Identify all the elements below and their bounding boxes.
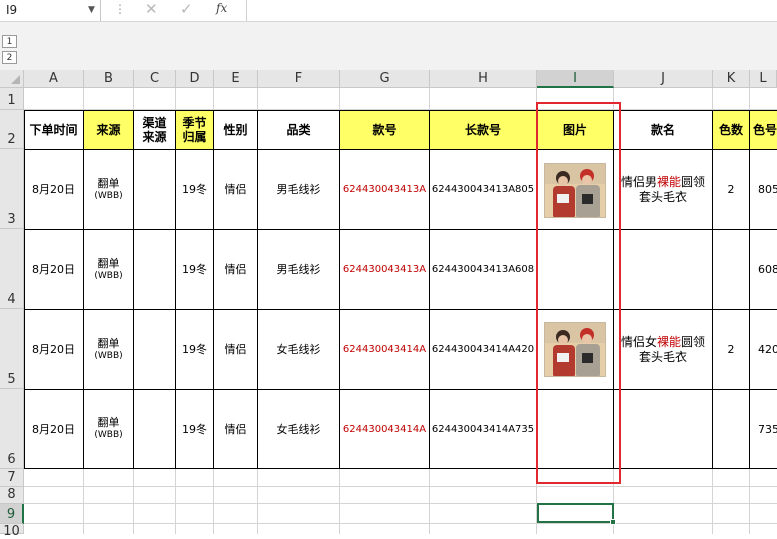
confirm-icon[interactable]: ✓: [180, 0, 193, 18]
cell-season[interactable]: 19冬: [176, 150, 213, 229]
cell-source[interactable]: 翻单 (WBB): [84, 390, 133, 468]
row-header-7[interactable]: 7: [0, 469, 24, 487]
outline-level-2-button[interactable]: 2: [2, 51, 17, 64]
cell-season[interactable]: 19冬: [176, 390, 213, 468]
column-header-e[interactable]: E: [214, 70, 258, 88]
column-header-d[interactable]: D: [176, 70, 214, 88]
row-header-10[interactable]: 10: [0, 524, 24, 539]
header-style-name[interactable]: 款名: [614, 111, 712, 149]
cell-date[interactable]: 8月20日: [24, 390, 83, 468]
row-header-9[interactable]: 9: [0, 504, 24, 524]
cell-category[interactable]: 男毛线衫: [258, 150, 339, 229]
selected-cell[interactable]: [537, 503, 614, 523]
cell-season[interactable]: 19冬: [176, 230, 213, 309]
formula-input[interactable]: [246, 0, 777, 21]
column-header-j[interactable]: J: [614, 70, 713, 88]
column-header-k[interactable]: K: [713, 70, 750, 88]
outline-area: [0, 22, 777, 70]
cell-color-count[interactable]: 2: [713, 310, 749, 389]
cell-date[interactable]: 8月20日: [24, 150, 83, 229]
row-header-5[interactable]: 5: [0, 309, 24, 389]
cell-style-no[interactable]: 624430043413A: [340, 150, 429, 229]
row-header-1[interactable]: 1: [0, 88, 24, 110]
cancel-icon[interactable]: ✕: [145, 0, 158, 18]
column-header-f[interactable]: F: [258, 70, 340, 88]
cell-gender[interactable]: 情侣: [214, 230, 257, 309]
cell-style-name[interactable]: 情侣男裸能圆领 套头毛衣: [614, 150, 712, 229]
header-source[interactable]: 来源: [84, 111, 133, 149]
header-order-date[interactable]: 下单时间: [24, 111, 83, 149]
cell-source[interactable]: 翻单 (WBB): [84, 150, 133, 229]
cell-color-code[interactable]: 608: [750, 230, 777, 309]
header-gender[interactable]: 性别: [214, 111, 257, 149]
cell-category[interactable]: 女毛线衫: [258, 390, 339, 468]
chevron-down-icon[interactable]: ▼: [88, 5, 95, 15]
header-long-style-no[interactable]: 长款号: [430, 111, 536, 149]
header-color-count[interactable]: 色数: [713, 111, 749, 149]
cell-category[interactable]: 女毛线衫: [258, 310, 339, 389]
cell-source[interactable]: 翻单 (WBB): [84, 230, 133, 309]
cell-color-code[interactable]: 420: [750, 310, 777, 389]
header-season[interactable]: 季节 归属: [176, 111, 213, 149]
cell-style-name[interactable]: 情侣女裸能圆领 套头毛衣: [614, 310, 712, 389]
select-all-icon: [11, 75, 20, 84]
cell-long-style-no[interactable]: 624430043413A608: [430, 230, 536, 309]
cell-style-no[interactable]: 624430043413A: [340, 230, 429, 309]
row-header-4[interactable]: 4: [0, 229, 24, 309]
column-header-h[interactable]: H: [430, 70, 537, 88]
cell-source[interactable]: 翻单 (WBB): [84, 310, 133, 389]
row-header-6[interactable]: 6: [0, 389, 24, 469]
outline-level-1-button[interactable]: 1: [2, 35, 17, 48]
cell-gender[interactable]: 情侣: [214, 390, 257, 468]
cell-long-style-no[interactable]: 624430043414A735: [430, 390, 536, 468]
more-icon: ⋮: [114, 2, 126, 16]
cell-category[interactable]: 男毛线衫: [258, 230, 339, 309]
cell-style-no[interactable]: 624430043414A: [340, 310, 429, 389]
cell-season[interactable]: 19冬: [176, 310, 213, 389]
column-header-g[interactable]: G: [340, 70, 430, 88]
column-header-b[interactable]: B: [84, 70, 134, 88]
highlight-box: [536, 102, 621, 484]
column-header-c[interactable]: C: [134, 70, 176, 88]
cell-long-style-no[interactable]: 624430043413A805: [430, 150, 536, 229]
cell-date[interactable]: 8月20日: [24, 310, 83, 389]
fill-handle[interactable]: [610, 519, 616, 525]
column-header-l[interactable]: L: [750, 70, 777, 88]
row-header-3[interactable]: 3: [0, 149, 24, 229]
cell-color-count[interactable]: 2: [713, 150, 749, 229]
cell-color-code[interactable]: 735: [750, 390, 777, 468]
insert-function-icon[interactable]: fx: [216, 1, 227, 15]
cell-color-code[interactable]: 805: [750, 150, 777, 229]
row-header-8[interactable]: 8: [0, 487, 24, 504]
column-header-i[interactable]: I: [537, 70, 614, 88]
header-channel-source[interactable]: 渠道 来源: [134, 111, 175, 149]
cell-style-no[interactable]: 624430043414A: [340, 390, 429, 468]
header-category[interactable]: 品类: [258, 111, 339, 149]
header-color-code[interactable]: 色号: [750, 111, 777, 149]
row-header-2[interactable]: 2: [0, 110, 24, 149]
cell-long-style-no[interactable]: 624430043414A420: [430, 310, 536, 389]
cell-gender[interactable]: 情侣: [214, 310, 257, 389]
header-style-no[interactable]: 款号: [340, 111, 429, 149]
cell-date[interactable]: 8月20日: [24, 230, 83, 309]
column-header-a[interactable]: A: [24, 70, 84, 88]
name-box-value: I9: [6, 3, 18, 17]
cell-gender[interactable]: 情侣: [214, 150, 257, 229]
